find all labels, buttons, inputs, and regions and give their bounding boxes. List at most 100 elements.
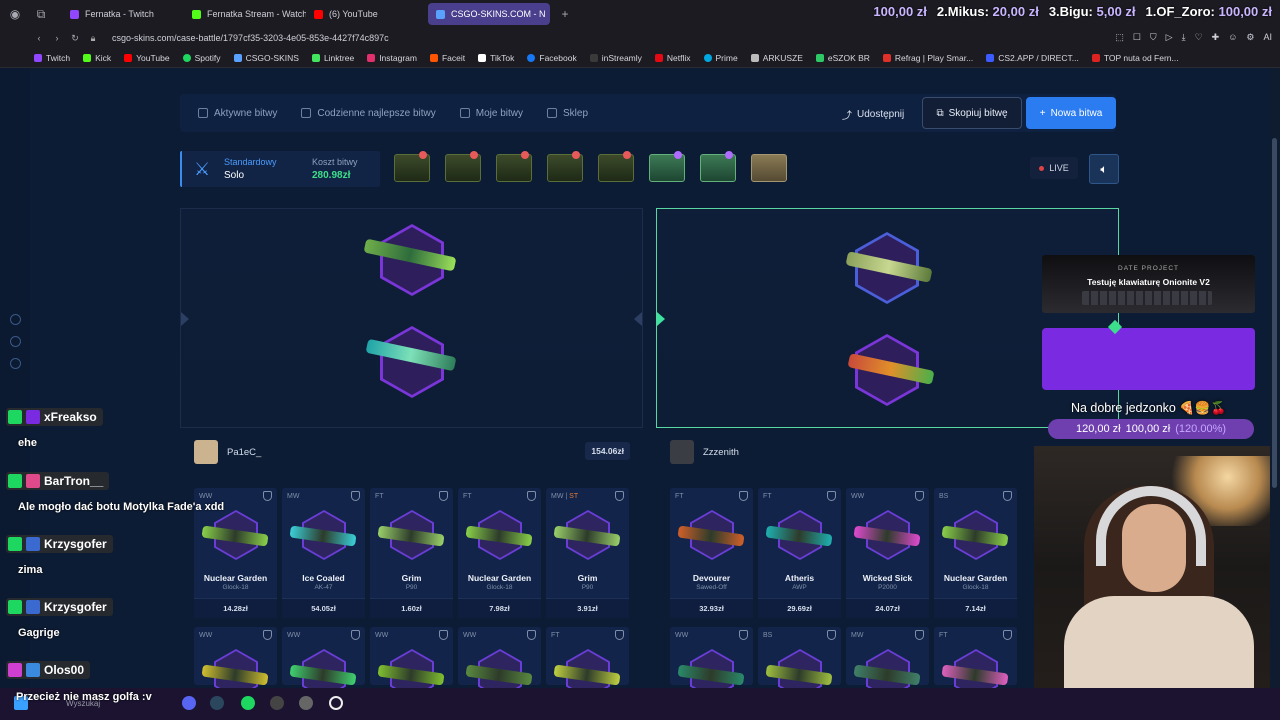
bookmark-linktree[interactable]: Linktree — [311, 53, 354, 63]
scrollbar-thumb[interactable] — [1272, 138, 1277, 488]
shield-icon[interactable] — [827, 630, 836, 640]
sidebar-toggle-icon[interactable]: ⧉ — [30, 3, 52, 25]
chat-username[interactable]: Krzysgofer — [6, 598, 113, 616]
new-battle-button[interactable]: + Nowa bitwa — [1026, 97, 1116, 129]
shield-icon[interactable] — [527, 630, 536, 640]
download-icon[interactable]: ⤓ — [1182, 32, 1186, 43]
item-card[interactable]: MW — [846, 627, 929, 699]
chat-username[interactable]: Krzysgofer — [6, 535, 113, 553]
nav-active-battles[interactable]: Aktywne bitwy — [198, 108, 277, 119]
bookmark-twitch[interactable]: Twitch — [34, 53, 70, 63]
chat-username[interactable]: xFreakso — [6, 408, 103, 426]
item-card[interactable]: FT Grim P90 1.60zł — [370, 488, 453, 618]
forward-icon[interactable]: › — [48, 33, 66, 43]
item-card[interactable]: FT — [546, 627, 629, 699]
shield-icon[interactable] — [439, 630, 448, 640]
share-button[interactable]: ⤴ Udostępnij — [842, 107, 904, 122]
shield-icon[interactable] — [527, 491, 536, 501]
bookmark-arkusze[interactable]: ARKUSZE — [750, 53, 803, 63]
item-card[interactable]: WW — [370, 627, 453, 699]
shield-icon[interactable] — [351, 491, 360, 501]
player-name[interactable]: Zzzenith — [703, 447, 739, 458]
sound-toggle-button[interactable]: 🔈︎ — [1089, 154, 1119, 184]
reload-icon[interactable]: ↻ — [66, 33, 84, 44]
browser-logo-icon[interactable]: ◉ — [4, 3, 26, 25]
bookmark-instreamly[interactable]: inStreamly — [589, 53, 642, 63]
shield-icon[interactable] — [827, 491, 836, 501]
avatar[interactable] — [670, 440, 694, 464]
nav-shop[interactable]: Sklep — [547, 108, 588, 119]
back-icon[interactable]: ‹ — [30, 33, 48, 43]
profile-icon[interactable]: ☺ — [1228, 32, 1237, 43]
bookmark-prime[interactable]: Prime — [703, 53, 738, 63]
case-item[interactable] — [394, 151, 430, 182]
nav-daily-top-battles[interactable]: Codzienne najlepsze bitwy — [301, 108, 436, 119]
shield-icon[interactable]: ⛉ — [1150, 32, 1157, 43]
item-card[interactable]: MW | ST Grim P90 3.91zł — [546, 488, 629, 618]
shield-icon[interactable] — [1003, 630, 1012, 640]
shield-icon[interactable] — [739, 491, 748, 501]
item-card[interactable]: MW Ice Coaled AK-47 54.05zł — [282, 488, 365, 618]
item-card[interactable]: FT Nuclear Garden Glock-18 7.98zł — [458, 488, 541, 618]
copy-battle-button[interactable]: ⧉ Skopiuj bitwę — [922, 97, 1022, 129]
bookmark-icon[interactable]: ☐ — [1133, 32, 1141, 43]
shield-icon[interactable] — [915, 491, 924, 501]
shield-icon[interactable] — [615, 491, 624, 501]
case-item[interactable] — [700, 151, 736, 182]
settings-icon[interactable]: ⚙ — [1246, 32, 1254, 43]
url-field[interactable]: csgo-skins.com/case-battle/1797cf35-3203… — [112, 33, 389, 43]
bookmark-cs2app[interactable]: CS2.APP / DIRECT... — [986, 53, 1079, 63]
new-tab-button[interactable]: + — [554, 3, 576, 25]
item-card[interactable]: FT — [934, 627, 1017, 699]
item-card[interactable]: FT Atheris AWP 29.69zł — [758, 488, 841, 618]
tab-kick[interactable]: Fernatka Stream - Watch L — [184, 3, 306, 25]
case-item[interactable] — [598, 151, 634, 182]
item-card[interactable]: FT Devourer Sawed-Off 32.93zł — [670, 488, 753, 618]
shield-icon[interactable] — [915, 630, 924, 640]
tab-youtube[interactable]: (6) YouTube — [306, 3, 428, 25]
item-card[interactable]: WW — [670, 627, 753, 699]
screenshot-icon[interactable]: ⬚ — [1115, 32, 1124, 43]
tab-csgo-skins[interactable]: CSGO-SKINS.COM - N — [428, 3, 550, 25]
chat-username[interactable]: Olos00 — [6, 661, 91, 679]
settings-icon[interactable] — [299, 696, 313, 710]
bookmark-tiktok[interactable]: TikTok — [478, 53, 514, 63]
case-item[interactable] — [445, 151, 481, 182]
shield-icon[interactable] — [439, 491, 448, 501]
case-item[interactable] — [751, 154, 787, 182]
tab-twitch[interactable]: Fernatka - Twitch — [62, 3, 184, 25]
shield-icon[interactable] — [615, 630, 624, 640]
cortana-icon[interactable] — [329, 696, 343, 710]
heart-icon[interactable]: ♡ — [1195, 32, 1203, 43]
history-icon[interactable] — [10, 314, 21, 325]
item-card[interactable]: WW Wicked Sick P2000 24.07zł — [846, 488, 929, 618]
case-item[interactable] — [649, 151, 685, 182]
bookmark-eszok[interactable]: eSZOK BR — [815, 53, 870, 63]
item-card[interactable]: BS — [758, 627, 841, 699]
ai-icon[interactable]: AI — [1263, 32, 1272, 43]
extension-icon[interactable]: ✚ — [1212, 32, 1220, 43]
item-card[interactable]: WW — [458, 627, 541, 699]
bookmark-refrag[interactable]: Refrag | Play Smar... — [882, 53, 973, 63]
bookmark-instagram[interactable]: Instagram — [367, 53, 417, 63]
bookmark-faceit[interactable]: Faceit — [429, 53, 465, 63]
play-icon[interactable]: ▷ — [1166, 32, 1173, 43]
shield-icon[interactable] — [1003, 491, 1012, 501]
chat-username[interactable]: BarTron__ — [6, 472, 110, 490]
bookmark-csgo-skins[interactable]: CSGO-SKINS — [233, 53, 299, 63]
item-card[interactable]: WW — [282, 627, 365, 699]
item-card[interactable]: BS Nuclear Garden Glock-18 7.14zł — [934, 488, 1017, 618]
shield-icon[interactable] — [351, 630, 360, 640]
scrollbar[interactable] — [1270, 68, 1280, 698]
case-item[interactable] — [496, 151, 532, 182]
bookmark-kick[interactable]: Kick — [83, 53, 111, 63]
case-item[interactable] — [547, 151, 583, 182]
bookmark-spotify[interactable]: Spotify — [182, 53, 221, 63]
shield-icon[interactable] — [739, 630, 748, 640]
bookmark-youtube[interactable]: YouTube — [124, 53, 170, 63]
settings-icon[interactable] — [10, 358, 21, 369]
bookmark-facebook[interactable]: Facebook — [527, 53, 577, 63]
nav-my-battles[interactable]: Moje bitwy — [459, 108, 523, 119]
extensions-icon[interactable] — [10, 336, 21, 347]
bookmark-top-nuta[interactable]: TOP nuta od Fern... — [1091, 53, 1179, 63]
